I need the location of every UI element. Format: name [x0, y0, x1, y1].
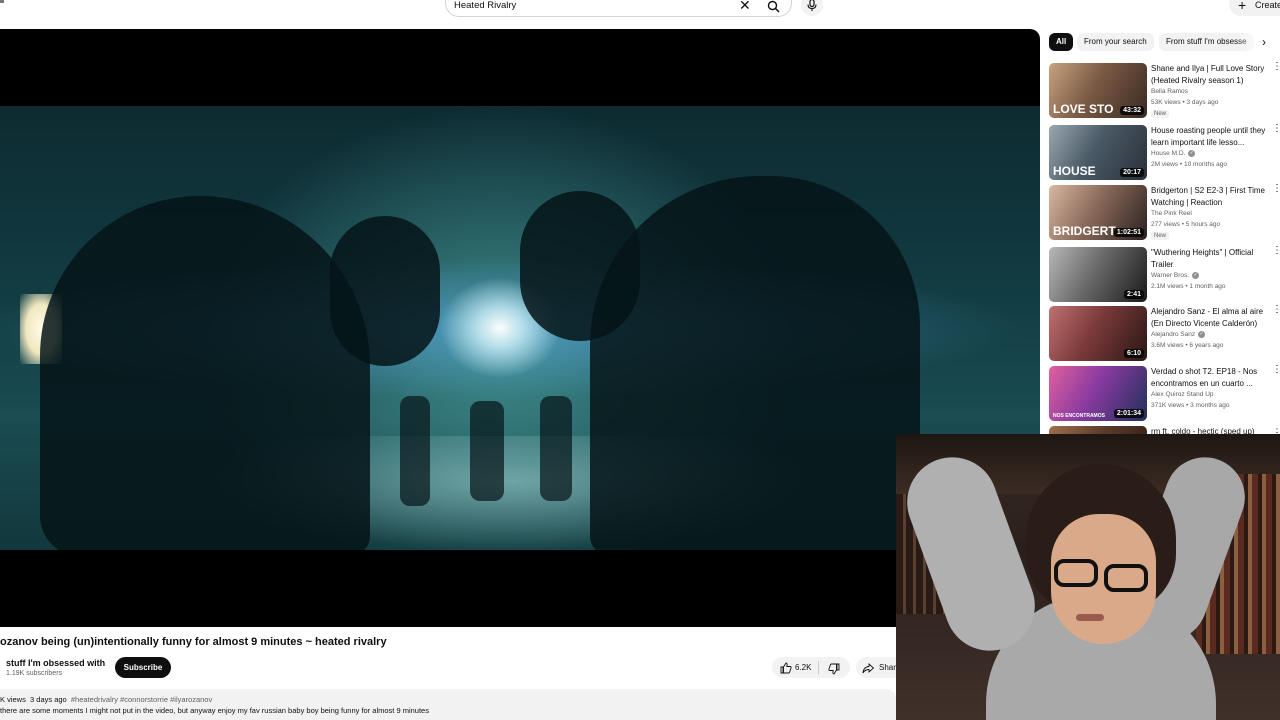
upload-age: 3 days ago	[30, 695, 67, 704]
verified-icon: ✓	[1198, 331, 1206, 338]
video-player[interactable]	[0, 29, 1040, 627]
more-options-icon[interactable]: ⋮	[1272, 305, 1280, 315]
create-label[interactable]: Create	[1255, 0, 1280, 10]
microphone-icon[interactable]	[807, 0, 817, 17]
more-options-icon[interactable]: ⋮	[1272, 246, 1280, 256]
video-thumbnail[interactable]: HOUSE 20:17	[1049, 125, 1147, 180]
crew-figure	[400, 396, 430, 506]
recommendation-title[interactable]: "Wuthering Heights" | Official Trailer	[1151, 247, 1267, 270]
channel-name[interactable]: stuff I'm obsessed with	[6, 658, 105, 668]
thumbnail-caption: NOS ENCONTRAMOS	[1053, 413, 1105, 419]
glasses-right	[1104, 564, 1148, 592]
search-query[interactable]: Heated Rivalry	[454, 0, 516, 11]
verified-icon: ✓	[1192, 272, 1200, 279]
thumbs-up-icon[interactable]	[780, 661, 792, 679]
duration-badge: 2:41	[1123, 290, 1144, 299]
chip-all[interactable]: All	[1049, 33, 1074, 51]
crew-figure	[470, 401, 504, 501]
video-thumbnail[interactable]: LOVE STO 43:32	[1049, 63, 1147, 118]
more-options-icon[interactable]: ⋮	[1272, 62, 1280, 72]
close-icon[interactable]: ✕	[739, 0, 751, 12]
recommendation-item[interactable]: BRIDGERT 1:02:51 Bridgerton | S2 E2-3 | Fi…	[1049, 184, 1280, 243]
hashtags[interactable]: #heatedrivalry #connorstorrie #ilyarozan…	[71, 695, 212, 704]
recommendation-item[interactable]: NOS ENCONTRAMOS 2:01:34 Verdad o shot T2. …	[1049, 365, 1280, 424]
verified-icon: ✓	[1188, 150, 1196, 157]
new-badge: New	[1151, 110, 1170, 118]
thumbnail-caption: BRIDGERT	[1053, 224, 1116, 238]
youtube-watch-page: Heated Rivalry ✕ + Create ozanov being (…	[0, 0, 1280, 720]
silhouette-right	[590, 176, 920, 550]
mouth	[1076, 614, 1104, 621]
thumbnail-caption: HOUSE	[1053, 164, 1096, 178]
duration-badge: 20:17	[1120, 168, 1144, 177]
channel-name[interactable]: House M.D.	[1151, 150, 1185, 157]
silhouette-left	[40, 196, 370, 550]
thumbnail-caption: LOVE STO	[1053, 102, 1114, 116]
video-title: ozanov being (un)intentionally funny for…	[0, 636, 387, 648]
channel-name[interactable]: The Pink Reel	[1151, 210, 1192, 217]
like-count[interactable]: 6.2K	[795, 663, 811, 672]
recommendation-item[interactable]: 6:10 Alejandro Sanz - El alma al aire (En…	[1049, 305, 1280, 364]
recommendation-channel[interactable]: Bella Ramos	[1151, 88, 1188, 95]
recommendation-channel[interactable]: Alejandro Sanz ✓	[1151, 331, 1206, 338]
recommendation-meta: 2M views • 10 months ago	[1151, 161, 1227, 168]
share-icon[interactable]	[862, 661, 875, 679]
video-thumbnail[interactable]: NOS ENCONTRAMOS 2:01:34	[1049, 366, 1147, 421]
recommendation-item[interactable]: 2:41 "Wuthering Heights" | Official Trail…	[1049, 246, 1280, 305]
more-options-icon[interactable]: ⋮	[1272, 426, 1280, 435]
recommendation-channel[interactable]: Alex Quiroz Stand Up	[1151, 391, 1214, 398]
channel-name[interactable]: Alejandro Sanz	[1151, 331, 1195, 338]
recommendation-item[interactable]: LOVE STO 43:32 Shane and Ilya | Full Love …	[1049, 62, 1280, 121]
thumbs-down-icon[interactable]	[828, 662, 840, 680]
duration-badge: 6:10	[1123, 349, 1144, 358]
channel-name[interactable]: Warner Bros.	[1151, 272, 1189, 279]
description-text: there are some moments I might not put i…	[0, 706, 429, 715]
chevron-right-icon[interactable]: ›	[1262, 35, 1266, 49]
streamer-figure	[896, 434, 1257, 720]
plus-icon[interactable]: +	[1238, 0, 1246, 12]
video-frame[interactable]	[0, 106, 1040, 550]
share-label[interactable]: Shar	[879, 663, 896, 672]
recommendation-meta: 277 views • 5 hours ago	[1151, 221, 1221, 228]
channel-name[interactable]: Alex Quiroz Stand Up	[1151, 391, 1214, 398]
like-divider	[818, 661, 819, 674]
video-thumbnail[interactable]: BRIDGERT 1:02:51	[1049, 185, 1147, 240]
recommendation-title[interactable]: House roasting people until they learn i…	[1151, 125, 1267, 148]
recommendation-channel[interactable]: Warner Bros. ✓	[1151, 272, 1200, 279]
new-badge: New	[1151, 232, 1170, 240]
duration-badge: 2:01:34	[1113, 409, 1144, 418]
subscribe-button[interactable]: Subscribe	[115, 657, 171, 678]
video-thumbnail[interactable]: 2:41	[1049, 247, 1147, 302]
window-corner	[0, 0, 4, 3]
recommendation-title[interactable]: Verdad o shot T2. EP18 - Nos encontramos…	[1151, 366, 1267, 389]
recommendation-meta: 371K views • 3 months ago	[1151, 402, 1230, 409]
view-count: K views	[0, 695, 26, 704]
recommendation-item[interactable]: HOUSE 20:17 House roasting people until th…	[1049, 124, 1280, 183]
recommendation-title[interactable]: Bridgerton | S2 E2-3 | First Time Watchi…	[1151, 185, 1267, 208]
video-thumbnail[interactable]: 6:10	[1049, 306, 1147, 361]
recommendation-channel[interactable]: House M.D. ✓	[1151, 150, 1196, 157]
chip-from-your-search[interactable]: From your search	[1077, 33, 1154, 51]
recommendation-title[interactable]: Alejandro Sanz - El alma al aire (En Dir…	[1151, 306, 1267, 329]
crew-figure	[540, 396, 572, 501]
description-box[interactable]	[0, 689, 896, 720]
silhouette-head-left	[330, 216, 440, 366]
duration-badge: 1:02:51	[1113, 228, 1144, 237]
recommendation-channel[interactable]: The Pink Reel	[1151, 210, 1192, 217]
recommendation-meta: 3.6M views • 6 years ago	[1151, 342, 1224, 349]
duration-badge: 43:32	[1120, 106, 1144, 115]
channel-name[interactable]: Bella Ramos	[1151, 88, 1188, 95]
webcam-overlay	[896, 434, 1280, 720]
recommendation-title[interactable]: Shane and Ilya | Full Love Story (Heated…	[1151, 63, 1267, 86]
search-icon[interactable]	[767, 0, 780, 18]
recommendation-meta: 53K views • 3 days ago	[1151, 99, 1219, 106]
recommendation-meta: 2.1M views • 1 month ago	[1151, 283, 1226, 290]
subscriber-count: 1.19K subscribers	[6, 670, 63, 677]
more-options-icon[interactable]: ⋮	[1272, 184, 1280, 194]
more-options-icon[interactable]: ⋮	[1272, 124, 1280, 134]
description-meta: K views 3 days ago #heatedrivalry #conno…	[0, 695, 212, 704]
glasses-left	[1054, 559, 1098, 587]
silhouette-head-right	[520, 191, 640, 341]
more-options-icon[interactable]: ⋮	[1272, 365, 1280, 375]
